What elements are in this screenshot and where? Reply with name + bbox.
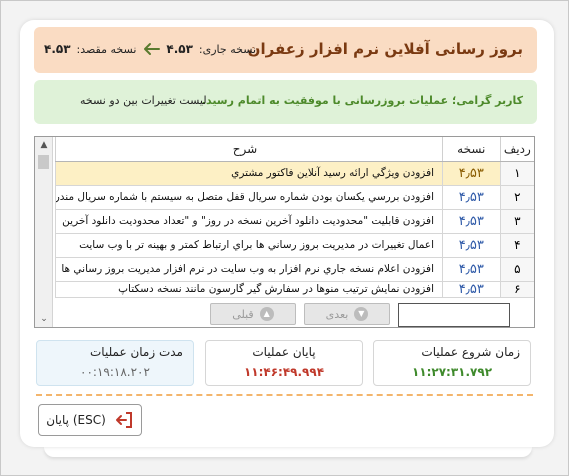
header-bar: بروز رسانی آفلاین نرم افزار زعفران نسخه … bbox=[34, 27, 537, 73]
end-time-box: پایان عملیات ۱۱:۴۶:۴۹.۹۹۴ bbox=[205, 340, 363, 386]
table-row[interactable]: ۲ ۴٫۵۳ افزودن بررسي يکسان بودن شماره سري… bbox=[55, 185, 534, 210]
row-number: ۴ bbox=[499, 233, 534, 258]
changes-grid: ردیف نسخه شرح ۱ ۴٫۵۳ افزودن ویژگي ارائه … bbox=[55, 137, 534, 298]
next-button-label: بعدی bbox=[325, 307, 349, 321]
start-time-value: ۱۱:۲۷:۳۱.۷۹۲ bbox=[411, 365, 493, 379]
row-description: افزودن اعلام نسخه جاري نرم افزار به وب س… bbox=[55, 257, 443, 282]
target-version-label: نسخه مقصد: bbox=[76, 42, 137, 56]
prev-page-button[interactable]: قبلی ▲ bbox=[210, 303, 296, 325]
table-header-row: ردیف نسخه شرح bbox=[55, 137, 534, 162]
vertical-scrollbar[interactable]: ▲ ⌄ bbox=[35, 137, 53, 327]
next-page-button[interactable]: بعدی ▼ bbox=[304, 303, 390, 325]
status-box: کاربر گرامی؛ عملیات بروزرسانی با موفقیت … bbox=[34, 80, 537, 124]
scrollbar-thumb[interactable] bbox=[38, 155, 49, 169]
prev-button-label: قبلی bbox=[232, 307, 254, 321]
row-number: ۱ bbox=[499, 161, 534, 186]
column-header-description[interactable]: شرح bbox=[55, 137, 443, 162]
table-row[interactable]: ۴ ۴٫۵۳ اعمال تغییرات در مدیریت بروز رسان… bbox=[55, 233, 534, 258]
panel-bottom-edge bbox=[44, 447, 532, 457]
status-message: کاربر گرامی؛ عملیات بروزرسانی با موفقیت … bbox=[201, 94, 523, 107]
exit-button[interactable]: پایان (ESC) bbox=[38, 404, 142, 436]
page-number-input[interactable] bbox=[398, 303, 510, 327]
chevron-up-circle-icon: ▲ bbox=[259, 307, 274, 321]
target-version-value: ۴.۵۳ bbox=[44, 42, 71, 56]
table-row[interactable]: ۵ ۴٫۵۳ افزودن اعلام نسخه جاري نرم افزار … bbox=[55, 257, 534, 282]
row-version: ۴٫۵۳ bbox=[442, 161, 501, 186]
row-number: ۶ bbox=[499, 281, 534, 298]
row-description: افزودن قابليت "محدوديت دانلود آخرين نسخه… bbox=[55, 209, 443, 234]
duration-value: ۰۰:۱۹:۱۸.۲۰۲ bbox=[80, 365, 150, 379]
duration-label: مدت زمان عملیات bbox=[90, 345, 183, 359]
column-header-version[interactable]: نسخه bbox=[442, 137, 501, 162]
row-number: ۳ bbox=[499, 209, 534, 234]
version-info: نسخه جاری: ۴.۵۳ نسخه مقصد: ۴.۵۳ bbox=[44, 42, 256, 56]
row-description: افزودن ویژگي ارائه رسید آنلاین فاکتور مش… bbox=[55, 161, 443, 186]
table-row[interactable]: ۶ ۴٫۵۳ افزودن نمایش ترتیب منوها در سفارش… bbox=[55, 281, 534, 298]
changes-table: ▲ ⌄ ردیف نسخه شرح ۱ ۴٫۵۳ افزودن ویژگي ار… bbox=[34, 136, 535, 328]
current-version-value: ۴.۵۳ bbox=[166, 42, 193, 56]
start-time-box: زمان شروع عملیات ۱۱:۲۷:۳۱.۷۹۲ bbox=[373, 340, 531, 386]
start-time-label: زمان شروع عملیات bbox=[421, 345, 520, 359]
scroll-up-icon[interactable]: ▲ bbox=[38, 139, 50, 151]
pager: قبلی ▲ بعدی ▼ bbox=[40, 303, 520, 327]
row-description: افزودن بررسي يکسان بودن شماره سريال قفل … bbox=[55, 185, 443, 210]
arrow-left-icon bbox=[144, 43, 161, 55]
table-row[interactable]: ۳ ۴٫۵۳ افزودن قابليت "محدوديت دانلود آخر… bbox=[55, 209, 534, 234]
chevron-down-circle-icon: ▼ bbox=[354, 307, 369, 321]
end-time-label: پایان عملیات bbox=[252, 345, 316, 359]
column-header-row-number[interactable]: ردیف bbox=[499, 137, 534, 162]
page-title: بروز رسانی آفلاین نرم افزار زعفران bbox=[247, 40, 523, 58]
dashed-separator bbox=[36, 394, 533, 396]
row-version: ۴٫۵۳ bbox=[442, 257, 501, 282]
changes-list-link[interactable]: لیست تغییرات بین دو نسخه bbox=[80, 94, 207, 107]
row-version: ۴٫۵۳ bbox=[442, 281, 501, 298]
table-row[interactable]: ۱ ۴٫۵۳ افزودن ویژگي ارائه رسید آنلاین فا… bbox=[55, 161, 534, 186]
exit-door-icon bbox=[115, 412, 132, 428]
row-version: ۴٫۵۳ bbox=[442, 209, 501, 234]
row-description: افزودن نمایش ترتیب منوها در سفارش گیر گا… bbox=[55, 281, 443, 298]
row-number: ۲ bbox=[499, 185, 534, 210]
row-number: ۵ bbox=[499, 257, 534, 282]
exit-button-label: پایان (ESC) bbox=[46, 413, 106, 427]
duration-box: مدت زمان عملیات ۰۰:۱۹:۱۸.۲۰۲ bbox=[36, 340, 194, 386]
row-version: ۴٫۵۳ bbox=[442, 233, 501, 258]
row-description: اعمال تغییرات در مدیریت بروز رساني ها بر… bbox=[55, 233, 443, 258]
current-version-label: نسخه جاری: bbox=[198, 42, 257, 56]
end-time-value: ۱۱:۴۶:۴۹.۹۹۴ bbox=[243, 365, 325, 379]
row-version: ۴٫۵۳ bbox=[442, 185, 501, 210]
